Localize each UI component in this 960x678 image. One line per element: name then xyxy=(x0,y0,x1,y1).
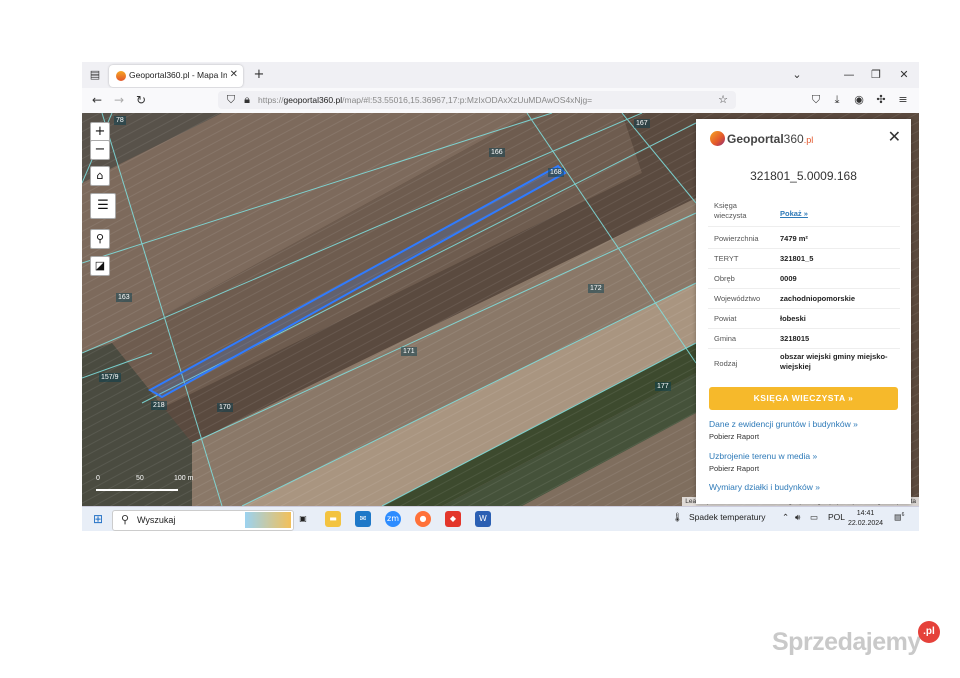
reload-icon[interactable]: ↻ xyxy=(134,93,148,107)
taskbar-search[interactable]: ⚲ Wyszukaj xyxy=(112,510,294,531)
geoportal-logo: Geoportal360.pl xyxy=(710,131,813,146)
home-button[interactable]: ⌂ xyxy=(90,166,110,186)
url-domain: geoportal360.pl xyxy=(283,95,343,105)
info-row-area: Powierzchnia 7479 m² xyxy=(708,230,900,249)
navigation-bar: ← → ↻ ⛉ 🔒︎ https://geoportal360.pl/map/#… xyxy=(82,88,919,114)
notifications-icon[interactable]: ▤6 xyxy=(894,512,904,522)
info-row-type: Rodzaj obszar wiejski gminy miejsko-wiej… xyxy=(714,352,888,371)
battery-icon[interactable]: ▭ xyxy=(810,512,818,523)
parcel-label[interactable]: 177 xyxy=(655,382,671,391)
satellite-map[interactable]: + − ⌂ ☰ ⚲ ◪ 78 167 166 168 163 172 171 1… xyxy=(82,113,919,506)
measure-icon: ◪ xyxy=(94,259,106,272)
account-icon[interactable]: ◉ xyxy=(852,93,866,107)
language-indicator[interactable]: POL xyxy=(828,512,845,522)
parcel-label[interactable]: 157/9 xyxy=(99,373,121,382)
parcel-id: 321801_5.0009.168 xyxy=(750,169,857,183)
url-text: https://geoportal360.pl/map/#l:53.55016,… xyxy=(258,95,593,105)
utilities-link[interactable]: Uzbrojenie terenu w media » xyxy=(709,451,817,461)
parcel-info-panel: Geoportal360.pl ✕ 321801_5.0009.168 Księ… xyxy=(696,119,911,504)
parcel-label[interactable]: 166 xyxy=(489,148,505,157)
dimensions-link[interactable]: Wymiary działki i budynków » xyxy=(709,482,820,492)
zoom-icon[interactable]: zm xyxy=(385,511,401,527)
info-row-county: Powiat łobeski xyxy=(708,310,900,329)
search-map-button[interactable]: ⚲ xyxy=(90,229,110,249)
land-register-button[interactable]: KSIĘGA WIECZYSTA » xyxy=(709,387,898,410)
task-view-icon[interactable]: ▣ xyxy=(295,511,311,527)
tab-title: Geoportal360.pl - Mapa Interak xyxy=(129,70,227,80)
logo-icon xyxy=(710,131,725,146)
address-bar[interactable]: ⛉ 🔒︎ https://geoportal360.pl/map/#l:53.5… xyxy=(218,91,736,109)
pocket-icon[interactable]: ⛉ xyxy=(809,93,823,107)
parcel-label[interactable]: 163 xyxy=(116,293,132,302)
back-icon[interactable]: ← xyxy=(90,93,104,107)
watermark-text: Sprzedajemy xyxy=(772,628,921,656)
scale-bar: 0 50 100 m xyxy=(96,475,194,482)
bookmark-star-icon[interactable]: ☆ xyxy=(716,93,730,107)
parcel-label[interactable]: 172 xyxy=(588,284,604,293)
home-icon: ⌂ xyxy=(96,169,104,182)
info-row-teryt: TERYT 321801_5 xyxy=(708,250,900,269)
parcel-label[interactable]: 170 xyxy=(217,403,233,412)
panel-close-icon[interactable]: ✕ xyxy=(888,127,901,146)
tray-chevron-icon[interactable]: ⌃ xyxy=(782,512,789,523)
search-highlight-image xyxy=(245,512,291,528)
parcel-label[interactable]: 78 xyxy=(114,116,126,125)
watermark-badge: .pl xyxy=(918,621,940,643)
layers-icon: ☰ xyxy=(97,198,109,213)
screenshot: ▤ Geoportal360.pl - Mapa Interak ✕ + ⌄ —… xyxy=(82,62,919,531)
firefox-icon[interactable]: ● xyxy=(415,511,431,527)
info-row-obreb: Obręb 0009 xyxy=(708,270,900,289)
show-kw-link[interactable]: Pokaż » xyxy=(780,209,898,218)
parcel-label[interactable]: 218 xyxy=(151,401,167,410)
extensions-icon[interactable]: ✣ xyxy=(874,93,888,107)
favicon-icon xyxy=(116,71,126,81)
restore-icon[interactable]: ❐ xyxy=(869,68,883,82)
measure-button[interactable]: ◪ xyxy=(90,256,110,276)
parcel-label[interactable]: 168 xyxy=(548,168,564,177)
parcel-label[interactable]: 171 xyxy=(401,347,417,356)
tab-overflow-chevron-icon[interactable]: ⌄ xyxy=(790,68,804,82)
info-row-commune: Gmina 3218015 xyxy=(708,330,900,349)
zoom-out-button[interactable]: − xyxy=(90,140,110,160)
tab-list-icon[interactable]: ▤ xyxy=(88,68,102,82)
browser-tab[interactable]: Geoportal360.pl - Mapa Interak ✕ xyxy=(109,65,243,87)
weather-text[interactable]: Spadek temperatury xyxy=(689,512,766,522)
window-close-icon[interactable]: ✕ xyxy=(897,68,911,82)
word-icon[interactable]: W xyxy=(475,511,491,527)
volume-icon[interactable]: 🔊︎ xyxy=(795,512,800,523)
windows-start-icon[interactable]: ⊞ xyxy=(90,511,106,527)
info-row-kw: Księga wieczysta Pokaż » xyxy=(708,199,900,227)
download-icon[interactable]: ⤓ xyxy=(830,93,844,107)
layers-button[interactable]: ☰ xyxy=(90,193,116,219)
forward-icon[interactable]: → xyxy=(112,93,126,107)
egib-link[interactable]: Dane z ewidencji gruntów i budynków » xyxy=(709,419,858,429)
windows-taskbar: ⊞ ⚲ Wyszukaj ▣ ▬ ✉ zm ● ◆ W 🌡︎ Spadek te… xyxy=(82,506,919,531)
clock[interactable]: 14:41 22.02.2024 xyxy=(848,509,883,529)
anydesk-icon[interactable]: ◆ xyxy=(445,511,461,527)
lock-icon[interactable]: 🔒︎ xyxy=(240,93,254,107)
weather-icon[interactable]: 🌡︎ xyxy=(672,512,683,523)
menu-icon[interactable]: ≡ xyxy=(896,93,910,107)
info-row-voivodeship: Województwo zachodniopomorskie xyxy=(708,290,900,309)
search-icon: ⚲ xyxy=(120,513,130,526)
new-tab-icon[interactable]: + xyxy=(252,68,266,82)
utilities-report-link[interactable]: Pobierz Raport xyxy=(709,464,759,473)
tab-close-icon[interactable]: ✕ xyxy=(230,69,238,80)
minimize-icon[interactable]: — xyxy=(842,68,856,82)
shield-icon[interactable]: ⛉ xyxy=(224,93,238,107)
mail-icon[interactable]: ✉ xyxy=(355,511,371,527)
egib-report-link[interactable]: Pobierz Raport xyxy=(709,432,759,441)
file-explorer-icon[interactable]: ▬ xyxy=(325,511,341,527)
parcel-label[interactable]: 167 xyxy=(634,119,650,128)
zoom-in-button[interactable]: + xyxy=(90,122,110,142)
search-icon: ⚲ xyxy=(95,232,105,245)
tab-bar: ▤ Geoportal360.pl - Mapa Interak ✕ + ⌄ —… xyxy=(82,62,919,88)
